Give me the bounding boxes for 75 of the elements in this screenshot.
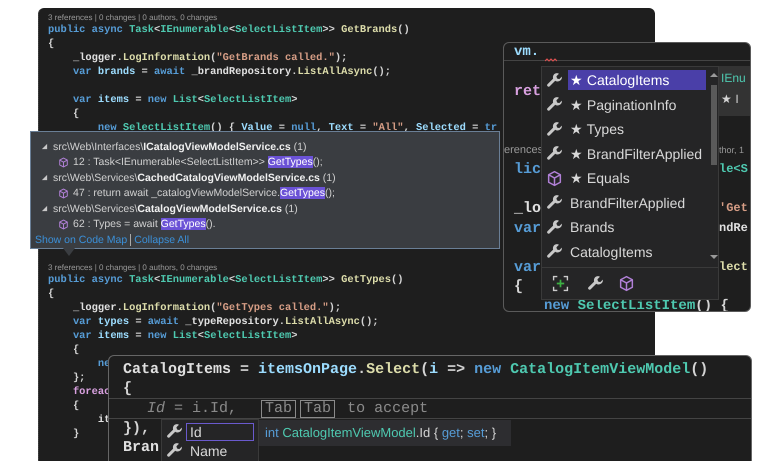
collapse-triangle-icon[interactable]	[41, 143, 48, 150]
tab-key: Tab	[300, 400, 336, 418]
detail-text: ★ I	[721, 92, 740, 108]
suggestion-item[interactable]: Name	[166, 441, 258, 460]
code-line: }	[72, 427, 80, 441]
code-line: public async Task<IEnumerable<SelectListItem>> GetTypes()	[48, 273, 404, 287]
code-line: var items = new List<SelectListItem>	[72, 329, 298, 343]
completion-item[interactable]: ★ Types	[542, 117, 706, 142]
wrench-icon	[546, 218, 563, 236]
completion-item[interactable]: CatalogItems	[542, 240, 706, 264]
code-line: {	[48, 37, 54, 51]
reference-file-row[interactable]: src\Web\Interfaces\ICatalogViewModelService.cs (1)	[53, 140, 306, 153]
wrench-icon	[546, 120, 563, 138]
wrench-icon	[546, 194, 563, 212]
collapse-triangle-icon[interactable]	[41, 174, 48, 182]
ghost-suggestion: Id = i.Id,	[147, 400, 238, 417]
wrench-icon	[546, 72, 563, 89]
code-line: lect	[719, 258, 748, 276]
wrench-icon	[166, 442, 183, 459]
completion-item[interactable]: Brands	[542, 215, 706, 240]
wrench-icon	[546, 243, 563, 260]
code-line: var items = new List<SelectListItem>	[72, 93, 298, 107]
code-line: _logger.LogInformation("GetTypes called.");	[72, 301, 342, 315]
code-line: var types = await _typeRepository.ListAllAsync();	[72, 315, 379, 329]
error-squiggle	[545, 58, 557, 62]
reference-file-row[interactable]: src\Web\Services\CatalogViewModelService.cs (1)	[53, 202, 298, 215]
completion-item[interactable]: BrandFilterApplied	[542, 190, 706, 215]
code-line: var	[514, 218, 542, 238]
code-line: ndRe	[719, 220, 748, 236]
detail-text: IEnu	[721, 71, 747, 87]
wrench-icon	[546, 145, 563, 162]
code-line: }),	[123, 419, 150, 438]
reference-line[interactable]: 12 : Task<IEnumerable<SelectListItem>> GetTypes();	[73, 156, 323, 168]
code-line: {	[514, 277, 524, 296]
signature-tooltip: int CatalogItemViewModel.Id { get; set; }	[259, 420, 511, 446]
code-line: foreac	[72, 385, 110, 399]
code-line: {	[48, 287, 54, 301]
code-line: {	[72, 107, 80, 121]
code-line: vm.	[514, 44, 540, 60]
code-line: {	[123, 379, 132, 398]
cube-icon	[58, 218, 69, 230]
code-line: 'Get	[719, 200, 748, 217]
reference-file-row[interactable]: src\Web\Services\CachedCatalogViewModelService.cs (1)	[53, 172, 336, 184]
wrench-icon[interactable]	[587, 275, 604, 292]
collapse-triangle-icon[interactable]	[41, 205, 48, 212]
code-line: CatalogItems = itemsOnPage.Select(i => new CatalogItemViewModel()	[123, 360, 708, 379]
tab-key: Tab	[261, 400, 296, 418]
cube-icon[interactable]	[618, 275, 635, 292]
code-line: _lo	[514, 199, 542, 218]
completion-item[interactable]: ★ PaginationInfo	[542, 92, 706, 117]
accept-hint: to accept	[347, 400, 428, 417]
code-line: _logger.LogInformation("GetBrands called.");	[72, 51, 348, 65]
codelens-text: thor, 1	[719, 144, 744, 156]
wrench-icon	[166, 423, 183, 440]
cube-icon	[58, 188, 69, 199]
add-filter-icon[interactable]	[552, 275, 569, 292]
code-line: var	[514, 258, 542, 277]
code-line: public async Task<IEnumerable<SelectListItem>> GetBrands()	[48, 23, 410, 37]
completion-item[interactable]: ★ BrandFilterApplied	[542, 142, 706, 166]
wrench-icon	[546, 96, 563, 114]
code-line: };	[72, 371, 86, 385]
code-line: {	[72, 399, 80, 413]
codelens-text[interactable]: 3 references | 0 changes | 0 authors, 0 changes	[48, 12, 218, 23]
code-line: {	[72, 343, 80, 357]
codelens-text[interactable]: 3 references | 0 changes | 0 authors, 0 changes	[48, 262, 218, 273]
cube-icon	[546, 170, 563, 187]
code-line: lic	[514, 160, 542, 180]
reference-line[interactable]: 62 : Types = await GetTypes().	[73, 218, 216, 230]
reference-line[interactable]: 47 : return await _catalogViewModelService.GetTypes();	[73, 187, 335, 200]
code-line: Bran	[123, 438, 160, 457]
code-line: ret	[514, 82, 542, 102]
code-line: le<S	[719, 161, 748, 178]
completion-item[interactable]: ★ Equals	[542, 166, 706, 190]
code-line: var brands = await _brandRepository.ListAllAsync();	[72, 65, 392, 79]
cube-icon	[58, 156, 69, 168]
